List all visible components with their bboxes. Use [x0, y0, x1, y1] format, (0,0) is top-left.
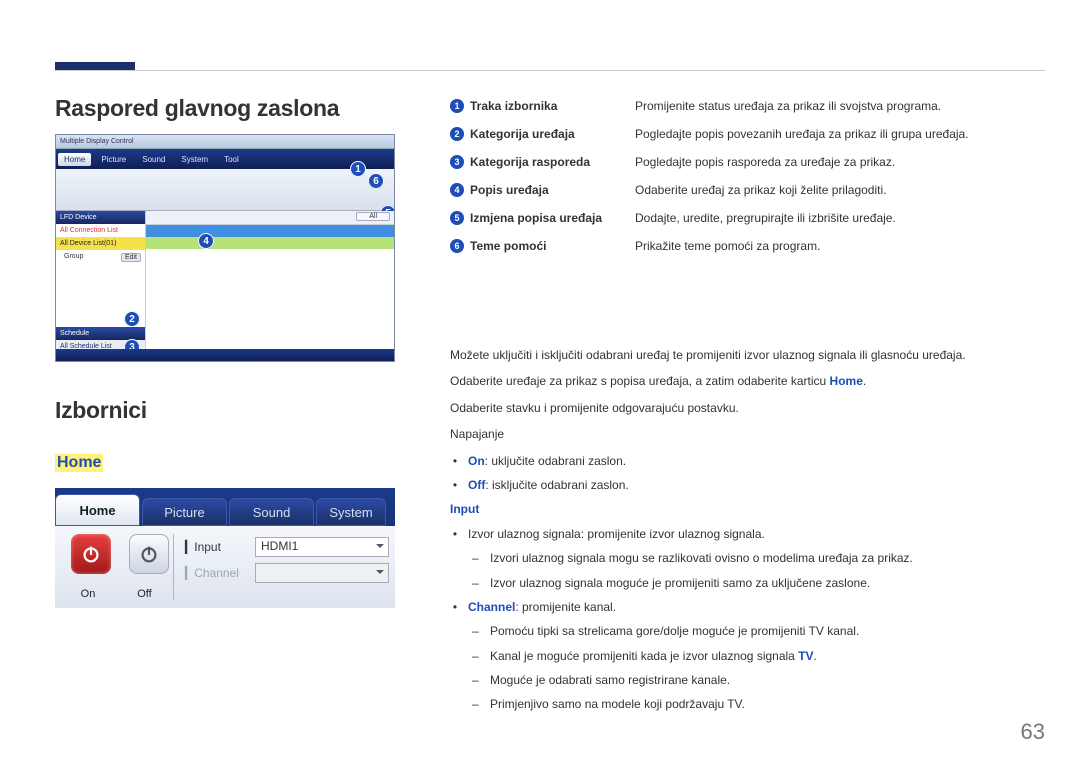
status-bar: [56, 349, 394, 361]
p3: Odaberite stavku i promijenite odgovaraj…: [450, 398, 1045, 418]
channel-row: ▎Channel: [185, 560, 389, 586]
bullet-off: Off: isključite odabrani zaslon.: [450, 475, 1045, 495]
window-title: Multiple Display Control: [60, 138, 134, 145]
legend-row: 1 Traka izbornika Promijenite status uređ…: [450, 99, 1045, 113]
toolbar: 1 6 5: [56, 169, 394, 211]
input-row: ▎Input HDMI1: [185, 534, 389, 560]
tab-home[interactable]: Home: [58, 153, 91, 166]
callout-4: 4: [198, 233, 214, 249]
window-titlebar: Multiple Display Control: [56, 135, 394, 149]
legend-row: 5 Izmjena popisa uređaja Dodajte, uredite…: [450, 211, 1045, 225]
legend-row: 2 Kategorija uređaja Pogledajte popis pov…: [450, 127, 1045, 141]
bullet-on: On: uključite odabrani zaslon.: [450, 451, 1045, 471]
input-label: ▎Input: [185, 540, 255, 554]
bullet-input-source: Izvor ulaznog signala: promijenite izvor…: [450, 524, 1045, 544]
lfd-device-header: LFD Device: [56, 211, 145, 224]
tab-home-2[interactable]: Home: [55, 494, 140, 526]
selected-device-row[interactable]: [146, 237, 394, 249]
home-tabs: Home Picture Sound System: [55, 498, 395, 526]
legend-title: Izmjena popisa uređaja: [470, 211, 602, 225]
legend-badge: 3: [450, 155, 464, 169]
heading-menus: Izbornici: [55, 397, 395, 424]
device-list-panel: All 4: [146, 211, 394, 349]
tab-tool[interactable]: Tool: [218, 153, 245, 166]
screenshot-home-panel: Home Picture Sound System On Off: [55, 488, 395, 608]
callout-1: 1: [350, 161, 366, 177]
home-panel: On Off ▎Input HDMI1 ▎Channel: [55, 526, 395, 608]
edit-button[interactable]: Edit: [121, 253, 141, 262]
p1: Možete uključiti i isključiti odabrani u…: [450, 345, 1045, 365]
legend-badge: 2: [450, 127, 464, 141]
legend-desc: Pogledajte popis povezanih uređaja za pr…: [635, 127, 1045, 141]
home-subheading: Home: [55, 454, 103, 472]
tab-picture[interactable]: Picture: [95, 153, 132, 166]
p2: Odaberite uređaje za prikaz s popisa ure…: [450, 371, 1045, 391]
legend-badge: 6: [450, 239, 464, 253]
filter-all[interactable]: All: [356, 212, 390, 221]
column-headers: [146, 225, 394, 237]
callout-6: 6: [368, 173, 384, 189]
sub-ch-3: Moguće je odabrati samo registrirane kan…: [472, 670, 1045, 690]
legend-badge: 1: [450, 99, 464, 113]
legend-row: 4 Popis uređaja Odaberite uređaj za prika…: [450, 183, 1045, 197]
off-label: Off: [123, 588, 165, 600]
tab-sound-2[interactable]: Sound: [229, 498, 314, 526]
power-on-button[interactable]: [71, 534, 111, 574]
device-category-panel: LFD Device All Connection List All Devic…: [56, 211, 146, 349]
legend-title: Kategorija uređaja: [470, 127, 575, 141]
legend-desc: Dodajte, uredite, pregrupirajte ili izbr…: [635, 211, 1045, 225]
tab-picture-2[interactable]: Picture: [142, 498, 227, 526]
legend-desc: Odaberite uređaj za prikaz koji želite p…: [635, 183, 1045, 197]
power-icon: [80, 543, 102, 565]
sub-ch-1: Pomoću tipki sa strelicama gore/dolje mo…: [472, 621, 1045, 641]
header-rule: [55, 70, 1045, 71]
callout-2: 2: [124, 311, 140, 327]
right-column: 1 Traka izbornika Promijenite status uređ…: [450, 95, 1045, 743]
power-off-button[interactable]: [129, 534, 169, 574]
all-connection-list[interactable]: All Connection List: [56, 224, 145, 237]
legend-title: Popis uređaja: [470, 183, 549, 197]
group-row: Group Edit: [56, 250, 145, 265]
legend-row: 3 Kategorija rasporeda Pogledajte popis r…: [450, 155, 1045, 169]
legend-table: 1 Traka izbornika Promijenite status uređ…: [450, 99, 1045, 253]
left-column: Raspored glavnog zaslona Multiple Displa…: [55, 95, 395, 743]
tab-system-2[interactable]: System: [316, 498, 386, 526]
all-device-list[interactable]: All Device List(01): [56, 237, 145, 250]
legend-badge: 4: [450, 183, 464, 197]
on-label: On: [67, 588, 109, 600]
power-icon: [138, 543, 160, 565]
legend-title: Kategorija rasporeda: [470, 155, 590, 169]
menu-bar: Home Picture Sound System Tool: [56, 149, 394, 169]
separator: [173, 534, 174, 600]
heading-layout: Raspored glavnog zaslona: [55, 95, 395, 122]
header-accent: [55, 62, 135, 70]
legend-desc: Pogledajte popis rasporeda za uređaje za…: [635, 155, 1045, 169]
filter-bar: All: [146, 211, 394, 225]
sub-input-1: Izvori ulaznog signala mogu se razlikova…: [472, 548, 1045, 568]
shot1-body: LFD Device All Connection List All Devic…: [56, 211, 394, 349]
legend-badge: 5: [450, 211, 464, 225]
napajanje-label: Napajanje: [450, 424, 1045, 444]
izbornici-text: Možete uključiti i isključiti odabrani u…: [450, 345, 1045, 715]
page-number: 63: [1021, 719, 1045, 745]
page-body: Raspored glavnog zaslona Multiple Displa…: [55, 95, 1045, 743]
group-label: Group: [64, 253, 83, 262]
input-section-label: Input: [450, 499, 1045, 519]
channel-label: ▎Channel: [185, 566, 255, 580]
channel-select: [255, 563, 389, 583]
legend-desc: Promijenite status uređaja za prikaz ili…: [635, 99, 1045, 113]
sub-ch-4: Primjenjivo samo na modele koji podržava…: [472, 694, 1045, 714]
input-select[interactable]: HDMI1: [255, 537, 389, 557]
screenshot-mdc-window: Multiple Display Control Home Picture So…: [55, 134, 395, 362]
tab-system[interactable]: System: [175, 153, 214, 166]
bullet-channel: Channel: promijenite kanal.: [450, 597, 1045, 617]
sub-ch-2: Kanal je moguće promijeniti kada je izvo…: [472, 646, 1045, 666]
legend-title: Traka izbornika: [470, 99, 557, 113]
sub-input-2: Izvor ulaznog signala moguće je promijen…: [472, 573, 1045, 593]
legend-title: Teme pomoći: [470, 239, 546, 253]
tab-sound[interactable]: Sound: [136, 153, 171, 166]
home-ref: Home: [830, 374, 863, 388]
legend-desc: Prikažite teme pomoći za program.: [635, 239, 1045, 253]
legend-row: 6 Teme pomoći Prikažite teme pomoći za pr…: [450, 239, 1045, 253]
